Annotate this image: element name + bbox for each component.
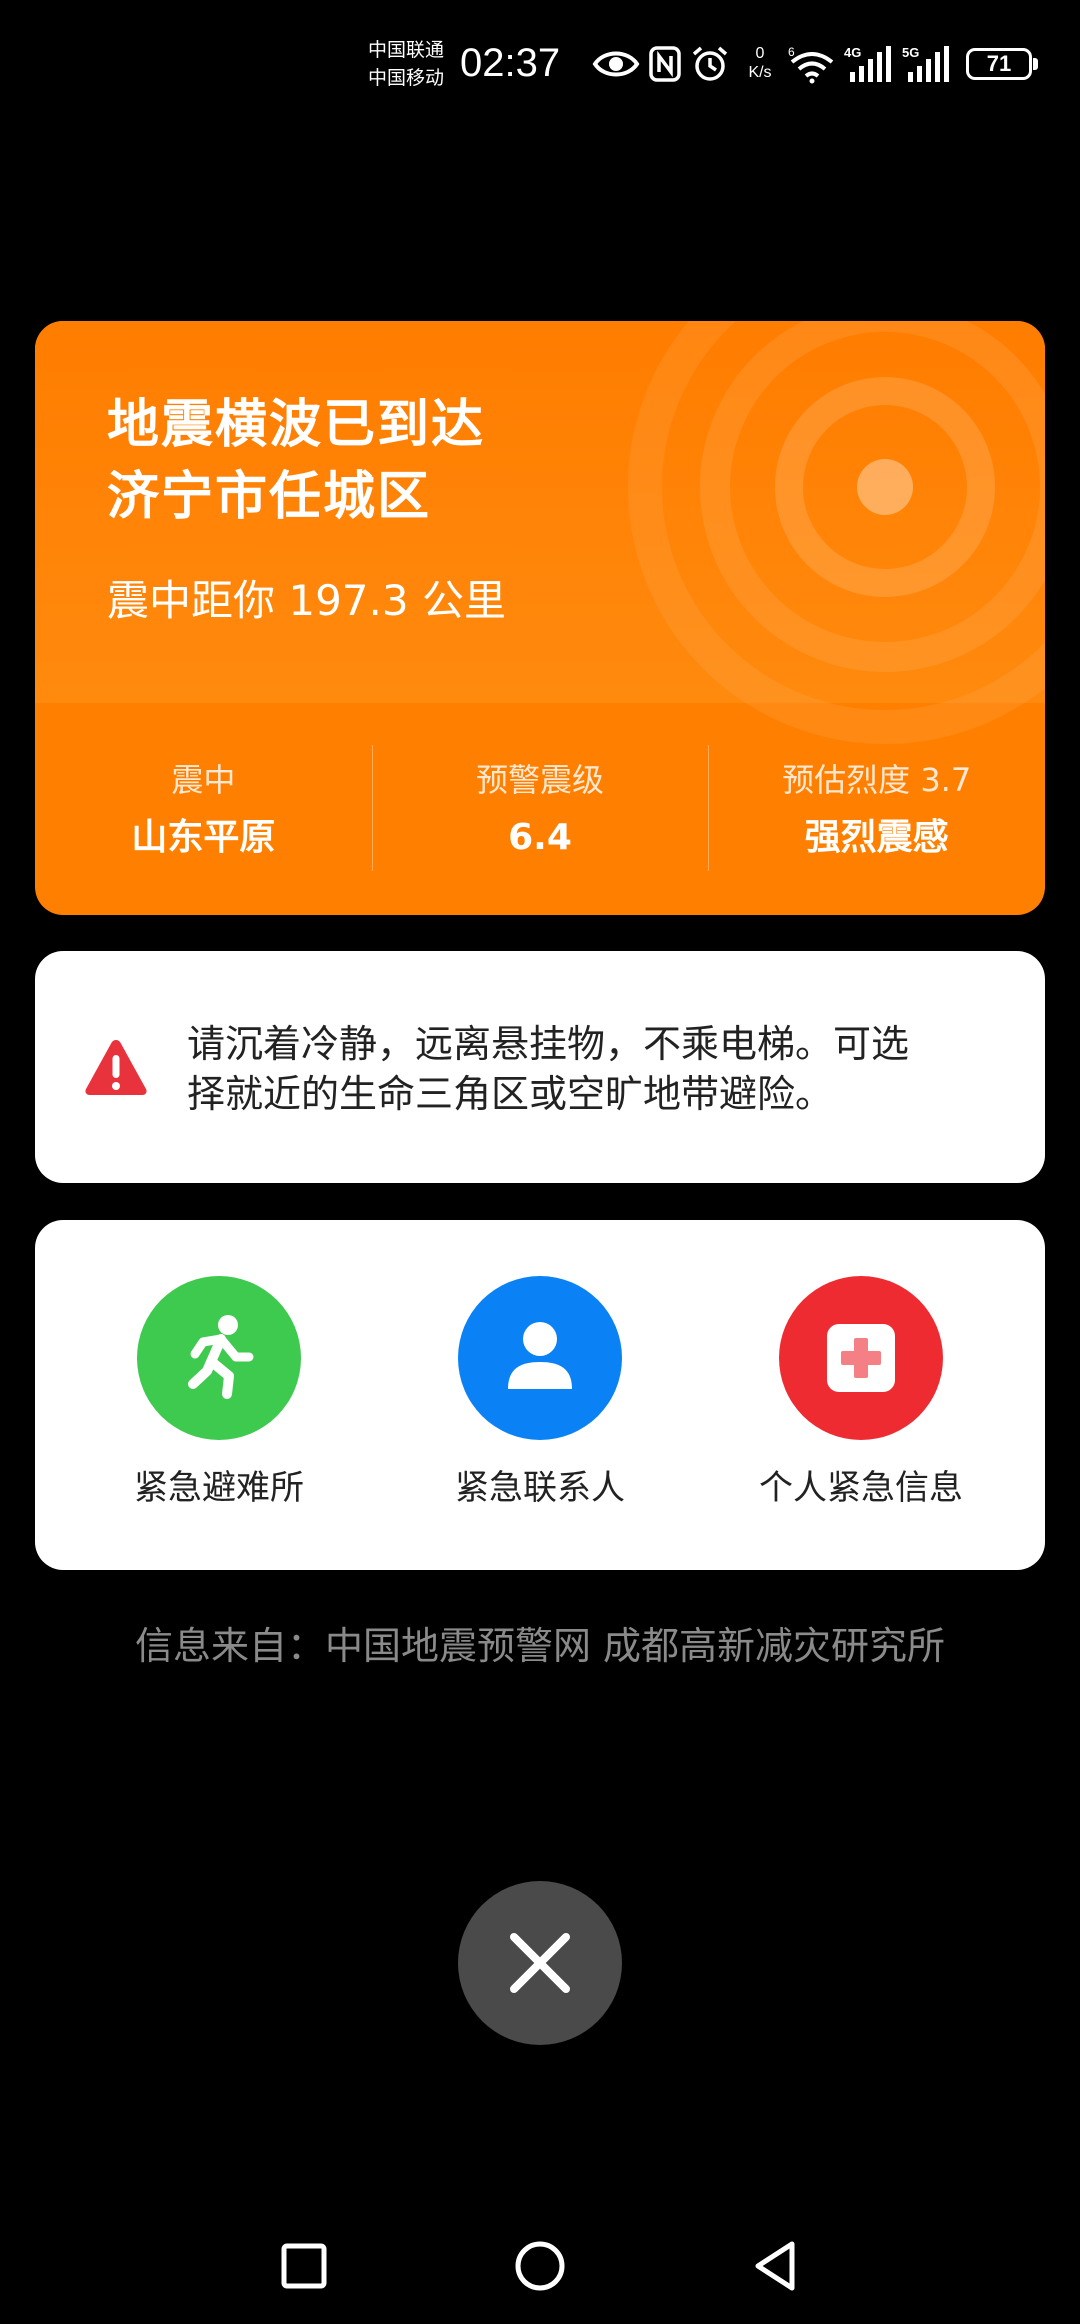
safety-advice-text: 请沉着冷静，远离悬挂物，不乘电梯。可选 择就近的生命三角区或空旷地带避险。 [187, 1019, 1017, 1119]
recents-square-icon [281, 2243, 327, 2289]
action-label: 个人紧急信息 [759, 1468, 963, 1508]
status-bar: 中国联通 中国移动 02:37 0 K/s 6 4G 5G 71 [0, 30, 1080, 100]
eye-icon [592, 51, 640, 77]
stat-value: 强烈震感 [804, 817, 949, 858]
nfc-icon [649, 46, 681, 82]
net-speed-unit: K/s [748, 64, 772, 81]
close-button[interactable] [458, 1881, 622, 2045]
personal-emergency-info-button[interactable]: 个人紧急信息 [711, 1276, 1011, 1510]
carrier-1: 中国联通 [368, 39, 445, 61]
stat-intensity: 预估烈度 3.7 强烈震感 [708, 703, 1045, 915]
signal-icon: 4G [844, 45, 891, 82]
epicenter-distance: 震中距你 197.3 公里 [107, 576, 506, 625]
back-triangle-icon [755, 2241, 795, 2291]
wifi-tag: 6 [788, 45, 795, 59]
action-label: 紧急避难所 [134, 1468, 304, 1508]
safety-advice-card: 请沉着冷静，远离悬挂物，不乘电梯。可选 择就近的生命三角区或空旷地带避险。 [35, 951, 1045, 1183]
action-label: 紧急联系人 [455, 1468, 625, 1508]
emergency-shelter-button[interactable]: 紧急避难所 [69, 1276, 369, 1510]
alert-title-line-1: 地震横波已到达 [107, 395, 486, 455]
battery-level: 71 [986, 51, 1012, 76]
clock: 02:37 [460, 41, 561, 85]
home-button[interactable] [510, 2236, 570, 2296]
medical-cross-icon [827, 1324, 895, 1392]
person-icon [508, 1322, 572, 1389]
signal-icon: 5G [902, 45, 949, 82]
advice-line-1: 请沉着冷静，远离悬挂物，不乘电梯。可选 [187, 1022, 910, 1066]
advice-line-2: 择就近的生命三角区或空旷地带避险。 [187, 1072, 834, 1116]
medical-info-circle [779, 1276, 943, 1440]
stat-value: 6.4 [508, 817, 572, 858]
carrier-info: 中国联通 中国移动 [368, 36, 458, 92]
emergency-contacts-button[interactable]: 紧急联系人 [390, 1276, 690, 1510]
stat-epicenter: 震中 山东平原 [35, 703, 372, 915]
back-button[interactable] [746, 2236, 806, 2296]
alert-title: 地震横波已到达 济宁市任城区 [107, 389, 485, 533]
wifi-icon: 6 [788, 45, 834, 84]
running-person-icon [188, 1315, 254, 1399]
net-speed: 0 K/s [740, 44, 780, 82]
net-speed-value: 0 [755, 45, 765, 62]
warning-icon [85, 1040, 147, 1095]
battery-icon: 71 [966, 48, 1032, 80]
alert-header: 地震横波已到达 济宁市任城区 震中距你 197.3 公里 [35, 321, 1045, 744]
emergency-actions-card: 紧急避难所 紧急联系人 个人紧急信息 [35, 1220, 1045, 1570]
stat-label: 预警震级 [476, 761, 605, 799]
carrier-2: 中国移动 [368, 67, 445, 89]
shelter-circle [137, 1276, 301, 1440]
recents-button[interactable] [274, 2236, 334, 2296]
contacts-circle [458, 1276, 622, 1440]
stat-magnitude: 预警震级 6.4 [371, 703, 709, 915]
alert-title-line-2: 济宁市任城区 [107, 467, 432, 527]
stat-value: 山东平原 [131, 817, 276, 858]
earthquake-alert-card: 地震横波已到达 济宁市任城区 震中距你 197.3 公里 震中 山东平原 预警震… [35, 321, 1045, 915]
battery-tip [1033, 58, 1038, 70]
stat-label: 震中 [171, 761, 236, 799]
home-circle-icon [515, 2241, 565, 2291]
close-icon [510, 1933, 570, 1993]
info-source: 信息来自：中国地震预警网 成都高新减灾研究所 [134, 1624, 946, 1668]
signal-1-tag: 4G [844, 45, 861, 60]
signal-2-tag: 5G [902, 45, 919, 60]
alert-stats: 震中 山东平原 预警震级 6.4 预估烈度 3.7 强烈震感 [35, 703, 1045, 915]
stat-label: 预估烈度 3.7 [782, 761, 972, 799]
alarm-icon [692, 46, 728, 81]
